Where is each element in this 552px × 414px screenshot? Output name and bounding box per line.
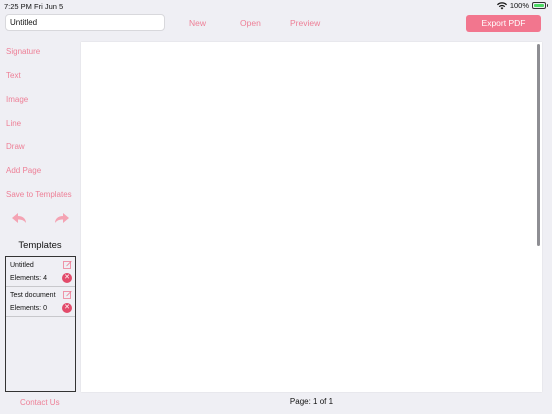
- template-name: Untitled: [10, 262, 34, 269]
- edit-icon[interactable]: [63, 290, 72, 299]
- template-item[interactable]: Test document Elements: 0 ✕: [6, 287, 75, 317]
- page-indicator: Page: 1 of 1: [289, 397, 334, 406]
- sidebar-item-draw[interactable]: Draw: [6, 142, 25, 151]
- canvas-scrollbar[interactable]: [537, 44, 540, 246]
- delete-template-icon[interactable]: ✕: [62, 273, 72, 283]
- new-button[interactable]: New: [189, 18, 206, 28]
- export-pdf-button[interactable]: Export PDF: [466, 15, 541, 32]
- edit-icon[interactable]: [63, 260, 72, 269]
- sidebar-item-line[interactable]: Line: [6, 119, 21, 128]
- template-elements-count: Elements: 0: [10, 305, 47, 312]
- sidebar-item-text[interactable]: Text: [6, 71, 21, 80]
- open-button[interactable]: Open: [240, 18, 261, 28]
- delete-template-icon[interactable]: ✕: [62, 303, 72, 313]
- template-elements-count: Elements: 4: [10, 275, 47, 282]
- preview-button[interactable]: Preview: [290, 18, 320, 28]
- templates-title: Templates: [18, 240, 62, 251]
- status-bar: 7:25 PM Fri Jun 5 100%: [0, 0, 552, 12]
- sidebar-item-signature[interactable]: Signature: [6, 47, 40, 56]
- contact-us-link[interactable]: Contact Us: [20, 398, 60, 407]
- document-title-input[interactable]: [5, 14, 165, 31]
- wifi-icon: [496, 1, 507, 9]
- status-right: 100%: [496, 1, 548, 10]
- status-time: 7:25 PM: [4, 2, 32, 11]
- sidebar-item-add-page[interactable]: Add Page: [6, 166, 41, 175]
- redo-icon[interactable]: [53, 212, 71, 225]
- battery-percent: 100%: [509, 1, 529, 10]
- template-item[interactable]: Untitled Elements: 4 ✕: [6, 257, 75, 287]
- templates-list: Untitled Elements: 4 ✕ Test document Ele…: [5, 256, 76, 392]
- document-canvas[interactable]: [81, 42, 542, 392]
- status-date: Fri Jun 5: [34, 2, 64, 11]
- sidebar-item-save-to-templates[interactable]: Save to Templates: [6, 190, 72, 199]
- template-name: Test document: [10, 292, 56, 299]
- sidebar-item-image[interactable]: Image: [6, 95, 28, 104]
- undo-icon[interactable]: [10, 212, 28, 225]
- battery-icon: [532, 2, 548, 9]
